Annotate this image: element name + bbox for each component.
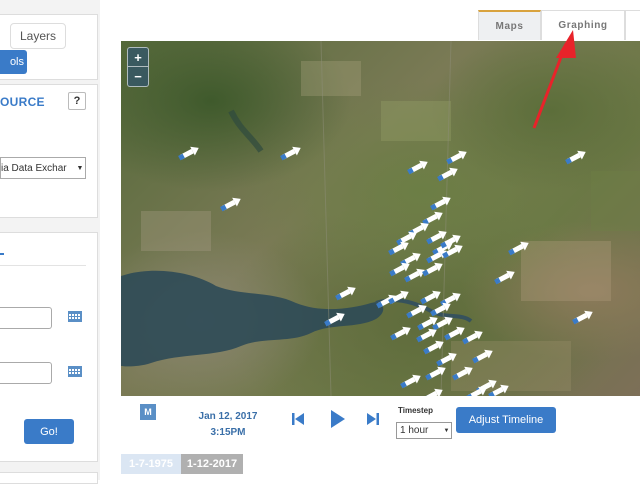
current-datetime: Jan 12, 2017 3:15PM — [188, 409, 268, 441]
map-mode-button[interactable]: M — [140, 404, 156, 420]
tab-maps[interactable]: Maps — [478, 10, 541, 40]
wind-arrow-icon[interactable] — [279, 143, 303, 162]
play-icon[interactable] — [330, 409, 346, 429]
wind-arrow-icon[interactable] — [429, 193, 453, 212]
wind-arrow-icon[interactable] — [419, 287, 443, 306]
timestep-select[interactable]: 1 hour ▼ — [396, 422, 452, 439]
zoom-control: + − — [127, 47, 149, 87]
wind-arrow-icon[interactable] — [406, 157, 430, 176]
time-range-box: Go! — [0, 232, 98, 462]
zoom-in-button[interactable]: + — [128, 48, 148, 67]
tab-graphing[interactable]: Graphing — [541, 10, 625, 40]
divider — [0, 265, 86, 266]
map-terrain — [121, 41, 640, 396]
timestep-value: 1 hour — [400, 425, 442, 436]
timestep-label: Timestep — [398, 406, 433, 415]
data-source-select[interactable]: ia Data Exchar ▼ — [0, 157, 86, 179]
panel-tabs-box: Layers ols — [0, 14, 98, 80]
data-source-title: OURCE — [0, 95, 45, 109]
current-date: Jan 12, 2017 — [188, 409, 268, 425]
end-date-input[interactable] — [0, 362, 52, 384]
data-source-box: OURCE ? ia Data Exchar ▼ — [0, 84, 98, 218]
timeline-range-start[interactable]: 1-7-1975 — [121, 454, 181, 474]
wind-arrow-icon[interactable] — [421, 259, 445, 278]
zoom-out-button[interactable]: − — [128, 67, 148, 86]
timeline-range-end[interactable]: 1-12-2017 — [181, 454, 243, 474]
adjust-timeline-button[interactable]: Adjust Timeline — [456, 407, 556, 433]
go-button[interactable]: Go! — [24, 419, 74, 444]
wind-arrow-icon[interactable] — [424, 363, 448, 382]
skip-back-icon[interactable] — [292, 412, 304, 426]
left-panel: Layers ols OURCE ? ia Data Exchar ▼ — [0, 0, 100, 480]
wind-arrow-icon[interactable] — [445, 147, 469, 166]
wind-arrow-icon[interactable] — [564, 147, 588, 166]
wind-arrow-icon[interactable] — [219, 194, 243, 213]
wind-arrow-icon[interactable] — [493, 267, 517, 286]
skip-forward-icon[interactable] — [367, 412, 379, 426]
panel-section — [0, 472, 98, 484]
wind-arrow-icon[interactable] — [436, 164, 460, 183]
wind-arrow-icon[interactable] — [399, 371, 423, 390]
data-source-value: ia Data Exchar — [1, 163, 75, 174]
help-button[interactable]: ? — [68, 92, 86, 110]
tab-overflow[interactable] — [625, 10, 640, 40]
dropdown-arrow-icon: ▼ — [75, 165, 85, 172]
start-date-input[interactable] — [0, 307, 52, 329]
wind-arrow-icon[interactable] — [389, 323, 413, 342]
dropdown-arrow-icon: ▼ — [442, 428, 451, 434]
calendar-icon[interactable] — [68, 366, 82, 377]
satellite-map[interactable]: + − — [121, 41, 640, 396]
wind-arrow-icon[interactable] — [571, 307, 595, 326]
tools-button[interactable]: ols — [0, 50, 27, 74]
wind-arrow-icon[interactable] — [416, 313, 440, 332]
current-time: 3:15PM — [188, 425, 268, 441]
wind-arrow-icon[interactable] — [177, 143, 201, 162]
wind-arrow-icon[interactable] — [334, 283, 358, 302]
calendar-icon[interactable] — [68, 311, 82, 322]
section-header-accent — [0, 253, 4, 255]
tab-layers[interactable]: Layers — [10, 23, 66, 49]
